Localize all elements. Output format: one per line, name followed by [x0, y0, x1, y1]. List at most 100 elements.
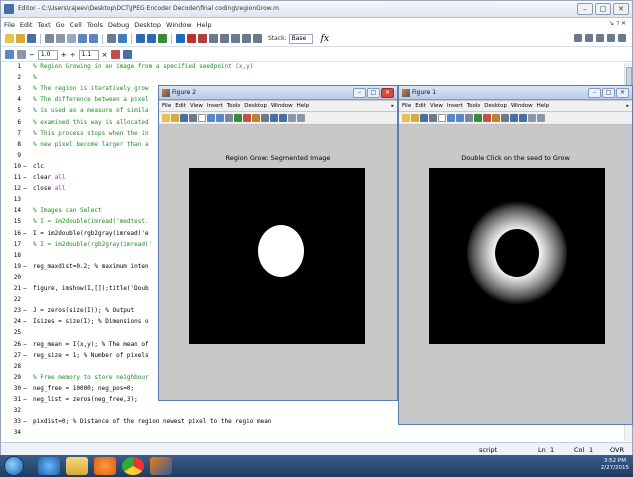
- menu-tools[interactable]: Tools: [87, 21, 103, 29]
- fig2-zoom-out-icon[interactable]: [216, 114, 224, 122]
- cut-icon[interactable]: [45, 34, 54, 43]
- fig2-menu-edit[interactable]: Edit: [175, 103, 186, 109]
- fig1-new-icon[interactable]: [402, 114, 410, 122]
- function-browser-icon[interactable]: [158, 34, 167, 43]
- cell-eval-icon[interactable]: [17, 50, 26, 59]
- cell-mode-icon[interactable]: [5, 50, 14, 59]
- step-out-icon[interactable]: [231, 34, 240, 43]
- minimize-button[interactable]: –: [577, 3, 593, 15]
- line-marker[interactable]: −: [23, 396, 27, 404]
- continue-icon[interactable]: [242, 34, 251, 43]
- fig2-menu-tools[interactable]: Tools: [227, 103, 241, 109]
- fig1-rotate-icon[interactable]: [474, 114, 482, 122]
- menu-desktop[interactable]: Desktop: [134, 21, 161, 29]
- layout-dock-icon[interactable]: [607, 34, 615, 42]
- menu-debug[interactable]: Debug: [108, 21, 129, 29]
- fig1-open-icon[interactable]: [411, 114, 419, 122]
- fig2-link-icon[interactable]: [261, 114, 269, 122]
- fig2-brush-icon[interactable]: [252, 114, 260, 122]
- layout-float-icon[interactable]: [596, 34, 604, 42]
- fig1-menu-insert[interactable]: Insert: [447, 103, 463, 109]
- new-file-icon[interactable]: [5, 34, 14, 43]
- layout-max-icon[interactable]: [618, 34, 626, 42]
- cell-tools-icon[interactable]: [110, 50, 120, 59]
- stack-dropdown[interactable]: Base: [288, 33, 313, 44]
- fig1-pointer-icon[interactable]: [438, 114, 446, 122]
- figure1-close-button[interactable]: ✕: [616, 88, 629, 98]
- menu-file[interactable]: File: [4, 21, 15, 29]
- fig2-datacursor-icon[interactable]: [243, 114, 251, 122]
- file-explorer-icon[interactable]: [66, 457, 88, 475]
- menu-cell[interactable]: Cell: [70, 21, 82, 29]
- fig1-link-icon[interactable]: [501, 114, 509, 122]
- run-icon[interactable]: [176, 34, 185, 43]
- fig1-zoom-out-icon[interactable]: [456, 114, 464, 122]
- menu-go[interactable]: Go: [56, 21, 65, 29]
- fig1-menu-edit[interactable]: Edit: [415, 103, 426, 109]
- step-icon[interactable]: [209, 34, 218, 43]
- fig1-hide-tools-icon[interactable]: [528, 114, 536, 122]
- find-icon[interactable]: [118, 34, 127, 43]
- menu-help[interactable]: Help: [197, 21, 212, 29]
- open-file-icon[interactable]: [16, 34, 25, 43]
- menu-edit[interactable]: Edit: [20, 21, 33, 29]
- menu-window[interactable]: Window: [166, 21, 192, 29]
- line-marker[interactable]: −: [23, 163, 27, 171]
- fig2-pan-icon[interactable]: [225, 114, 233, 122]
- line-marker[interactable]: −: [23, 418, 27, 426]
- layout-tile-icon[interactable]: [574, 34, 582, 42]
- cell-multiply-button[interactable]: ×: [102, 51, 108, 59]
- fig1-colorbar-icon[interactable]: [510, 114, 518, 122]
- save-icon[interactable]: [27, 34, 36, 43]
- forward-icon[interactable]: [147, 34, 156, 43]
- figure1-maximize-button[interactable]: □: [602, 88, 615, 98]
- breakpoint-icon[interactable]: [187, 34, 196, 43]
- fig2-menu-file[interactable]: File: [162, 103, 171, 109]
- fig2-open-icon[interactable]: [171, 114, 179, 122]
- internet-explorer-icon[interactable]: [38, 457, 60, 475]
- menu-text[interactable]: Text: [37, 21, 50, 29]
- line-marker[interactable]: −: [23, 185, 27, 193]
- fig1-legend-icon[interactable]: [519, 114, 527, 122]
- fig2-menu-window[interactable]: Window: [271, 103, 293, 109]
- maximize-button[interactable]: □: [595, 3, 611, 15]
- fig2-zoom-in-icon[interactable]: [207, 114, 215, 122]
- step-in-icon[interactable]: [220, 34, 229, 43]
- fig1-zoom-in-icon[interactable]: [447, 114, 455, 122]
- fig1-pan-icon[interactable]: [465, 114, 473, 122]
- line-marker[interactable]: −: [23, 307, 27, 315]
- fig2-pointer-icon[interactable]: [198, 114, 206, 122]
- cell-value2-field[interactable]: 1.1: [78, 49, 99, 60]
- fig2-menu-help[interactable]: Help: [297, 103, 310, 109]
- fig1-menu-tools[interactable]: Tools: [467, 103, 481, 109]
- media-player-icon[interactable]: [94, 457, 116, 475]
- fig2-menu-desktop[interactable]: Desktop: [244, 103, 267, 109]
- undo-icon[interactable]: [78, 34, 87, 43]
- line-marker[interactable]: −: [23, 285, 27, 293]
- figure2-maximize-button[interactable]: □: [367, 88, 380, 98]
- function-icon[interactable]: fx: [321, 34, 329, 44]
- fig2-menu-insert[interactable]: Insert: [207, 103, 223, 109]
- fig2-save-icon[interactable]: [180, 114, 188, 122]
- figure2-minimize-button[interactable]: –: [353, 88, 366, 98]
- start-button[interactable]: [4, 456, 24, 476]
- fig1-menu-file[interactable]: File: [402, 103, 411, 109]
- fig1-save-icon[interactable]: [420, 114, 428, 122]
- layout-split-icon[interactable]: [585, 34, 593, 42]
- fig1-show-tools-icon[interactable]: [537, 114, 545, 122]
- fig1-brush-icon[interactable]: [492, 114, 500, 122]
- line-marker[interactable]: −: [23, 352, 27, 360]
- fig2-rotate-icon[interactable]: [234, 114, 242, 122]
- line-marker[interactable]: −: [23, 263, 27, 271]
- fig2-print-icon[interactable]: [189, 114, 197, 122]
- cell-increment-button[interactable]: +: [61, 51, 67, 59]
- chrome-icon[interactable]: [122, 457, 144, 475]
- print-icon[interactable]: [107, 34, 116, 43]
- line-marker[interactable]: −: [23, 341, 27, 349]
- clear-breakpoints-icon[interactable]: [198, 34, 207, 43]
- line-marker[interactable]: −: [23, 318, 27, 326]
- fig2-menu-view[interactable]: View: [190, 103, 203, 109]
- dock-controls[interactable]: ↘ ⁊ ✕: [609, 20, 626, 27]
- fig2-hide-tools-icon[interactable]: [288, 114, 296, 122]
- cell-decrement-button[interactable]: −: [29, 51, 35, 59]
